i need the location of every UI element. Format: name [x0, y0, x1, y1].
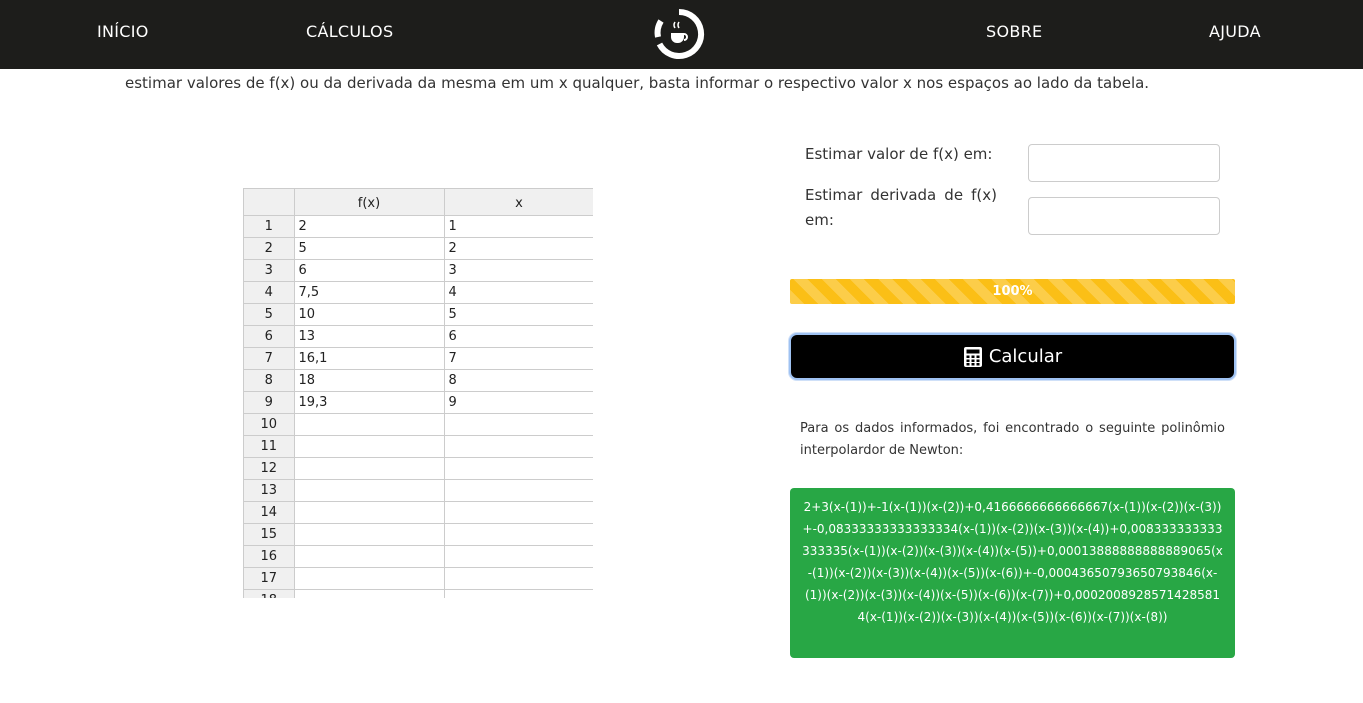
data-table[interactable]: f(x) x 1 2 1 2 5 2 3 6 3 4 7,5 4 5 10 5 6 13 6 7 16,1 7 8 18 8 9…: [243, 188, 593, 598]
cell-x[interactable]: 6: [444, 325, 593, 348]
row-number[interactable]: 5: [244, 303, 295, 326]
result-description: Para os dados informados, foi encontrado…: [800, 421, 1225, 458]
estimate-derivative-label: Estimar derivada de f(x) em:: [805, 183, 997, 233]
cell-x[interactable]: 3: [444, 259, 593, 282]
nav-link-ajuda[interactable]: AJUDA: [1209, 22, 1261, 41]
polynomial-text: 2+3(x-(1))+-1(x-(1))(x-(2))+0,4166666666…: [802, 500, 1223, 624]
column-header-fx[interactable]: f(x): [294, 189, 445, 216]
cell-fx[interactable]: [294, 479, 445, 502]
row-number[interactable]: 6: [244, 325, 295, 348]
cell-x[interactable]: 7: [444, 347, 593, 370]
row-number[interactable]: 17: [244, 567, 295, 590]
cell-fx[interactable]: 2: [294, 215, 445, 238]
cell-fx[interactable]: [294, 589, 445, 598]
table-row[interactable]: 16: [244, 545, 593, 568]
estimate-derivative-label-line2: em:: [805, 211, 834, 229]
cell-fx[interactable]: 7,5: [294, 281, 445, 304]
row-number[interactable]: 13: [244, 479, 295, 502]
cell-x[interactable]: [444, 589, 593, 598]
table-row[interactable]: 6 13 6: [244, 325, 593, 348]
table-row[interactable]: 12: [244, 457, 593, 480]
cell-x[interactable]: [444, 501, 593, 524]
progress-bar: 100%: [790, 279, 1235, 304]
progress-label: 100%: [992, 284, 1033, 299]
table-row[interactable]: 13: [244, 479, 593, 502]
calculate-button-label: Calcular: [988, 346, 1063, 367]
cell-x[interactable]: 8: [444, 369, 593, 392]
row-number[interactable]: 1: [244, 215, 295, 238]
polynomial-result-box: 2+3(x-(1))+-1(x-(1))(x-(2))+0,4166666666…: [790, 488, 1235, 658]
cell-fx[interactable]: [294, 567, 445, 590]
cell-x[interactable]: 4: [444, 281, 593, 304]
cell-fx[interactable]: [294, 523, 445, 546]
table-row[interactable]: 5 10 5: [244, 303, 593, 326]
nav-link-inicio[interactable]: INÍCIO: [97, 22, 149, 41]
table-row[interactable]: 121: [244, 215, 593, 238]
cell-fx[interactable]: 16,1: [294, 347, 445, 370]
table-row[interactable]: 10: [244, 413, 593, 436]
calculate-button[interactable]: Calcular: [789, 333, 1236, 380]
cell-fx[interactable]: 10: [294, 303, 445, 326]
cell-fx[interactable]: [294, 501, 445, 524]
cell-x[interactable]: [444, 413, 593, 436]
cell-x[interactable]: 1: [444, 215, 593, 238]
nav-link-calculos[interactable]: CÁLCULOS: [306, 22, 393, 41]
table-row[interactable]: 363: [244, 259, 593, 282]
estimate-derivative-input[interactable]: [1028, 197, 1220, 235]
table-row[interactable]: 9 19,3 9: [244, 391, 593, 414]
cell-x[interactable]: [444, 435, 593, 458]
cell-fx[interactable]: [294, 435, 445, 458]
row-number[interactable]: 18: [244, 589, 295, 598]
table-row[interactable]: 15: [244, 523, 593, 546]
table-row[interactable]: 252: [244, 237, 593, 260]
nav-link-sobre[interactable]: SOBRE: [986, 22, 1042, 41]
intro-text: estimar valores de f(x) ou da derivada d…: [125, 74, 1150, 92]
table-row[interactable]: 17: [244, 567, 593, 590]
row-number[interactable]: 9: [244, 391, 295, 414]
table-row[interactable]: 18: [244, 589, 593, 598]
cell-fx[interactable]: 18: [294, 369, 445, 392]
row-number[interactable]: 8: [244, 369, 295, 392]
cell-x[interactable]: 5: [444, 303, 593, 326]
row-number[interactable]: 4: [244, 281, 295, 304]
row-header-corner[interactable]: [244, 189, 295, 216]
cell-x[interactable]: 2: [444, 237, 593, 260]
cell-x[interactable]: [444, 523, 593, 546]
cell-fx[interactable]: [294, 413, 445, 436]
cell-x[interactable]: [444, 567, 593, 590]
row-number[interactable]: 15: [244, 523, 295, 546]
row-number[interactable]: 16: [244, 545, 295, 568]
row-number[interactable]: 14: [244, 501, 295, 524]
cell-fx[interactable]: 5: [294, 237, 445, 260]
row-number[interactable]: 2: [244, 237, 295, 260]
cell-fx[interactable]: 6: [294, 259, 445, 282]
calculator-icon: [963, 346, 982, 367]
cell-fx[interactable]: [294, 457, 445, 480]
estimate-value-label: Estimar valor de f(x) em:: [805, 145, 993, 163]
table-row[interactable]: 8 18 8: [244, 369, 593, 392]
top-navbar: INÍCIO CÁLCULOS SOBRE AJUDA: [0, 0, 1363, 69]
cell-fx[interactable]: [294, 545, 445, 568]
coffee-cup-icon[interactable]: [651, 6, 707, 62]
row-number[interactable]: 12: [244, 457, 295, 480]
table-row[interactable]: 11: [244, 435, 593, 458]
estimate-value-input[interactable]: [1028, 144, 1220, 182]
cell-x[interactable]: [444, 457, 593, 480]
column-header-x[interactable]: x: [444, 189, 593, 216]
cell-x[interactable]: [444, 479, 593, 502]
cell-x[interactable]: 9: [444, 391, 593, 414]
table-row[interactable]: 7 16,1 7: [244, 347, 593, 370]
cell-fx[interactable]: 13: [294, 325, 445, 348]
cell-x[interactable]: [444, 545, 593, 568]
table-row[interactable]: 14: [244, 501, 593, 524]
estimate-derivative-label-line1: Estimar derivada de f(x): [805, 186, 997, 204]
table-row[interactable]: 4 7,5 4: [244, 281, 593, 304]
cell-fx[interactable]: 19,3: [294, 391, 445, 414]
row-number[interactable]: 3: [244, 259, 295, 282]
row-number[interactable]: 10: [244, 413, 295, 436]
row-number[interactable]: 11: [244, 435, 295, 458]
row-number[interactable]: 7: [244, 347, 295, 370]
